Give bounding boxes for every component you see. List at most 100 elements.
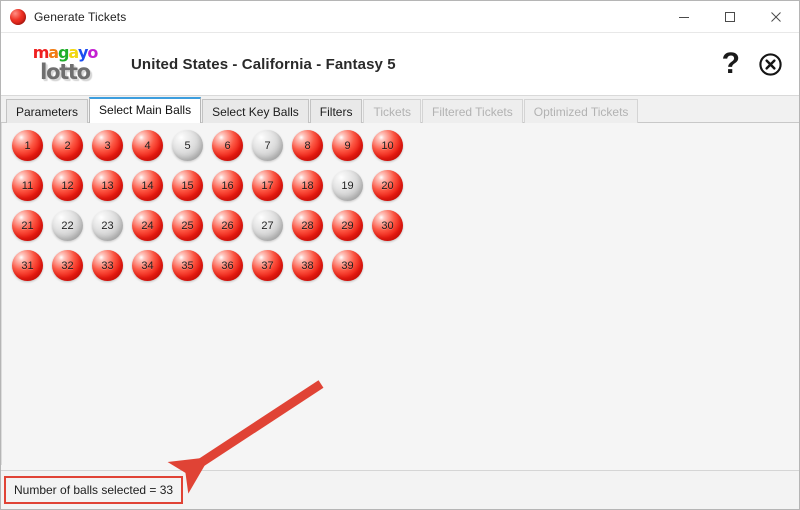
ball-17[interactable]: 17 [252,170,283,201]
ball-32[interactable]: 32 [52,250,83,281]
tab-filters[interactable]: Filters [309,99,363,123]
question-mark-icon[interactable]: ? [722,49,740,79]
ball-number-label: 22 [61,219,74,232]
tab-select-main-balls[interactable]: Select Main Balls [89,97,202,123]
circled-x-icon[interactable] [758,52,783,77]
ball-3[interactable]: 3 [92,130,123,161]
ball-number-label: 14 [141,179,154,192]
tab-optimized-tickets: Optimized Tickets [523,99,639,123]
ball-39[interactable]: 39 [332,250,363,281]
ball-row: 31 32 33 34 35 36 37 38 39 [12,250,412,290]
ball-20[interactable]: 20 [372,170,403,201]
ball-number-label: 33 [101,259,114,272]
ball-row: 21 22 23 24 25 26 27 28 29 30 [12,210,412,250]
ball-25[interactable]: 25 [172,210,203,241]
ball-number-label: 3 [104,139,111,152]
ball-number-label: 25 [181,219,194,232]
ball-number-label: 27 [261,219,274,232]
ball-37[interactable]: 37 [252,250,283,281]
ball-number-label: 35 [181,259,194,272]
ball-number-label: 21 [21,219,34,232]
status-highlight-box: Number of balls selected = 33 [4,476,184,504]
ball-1[interactable]: 1 [12,130,43,161]
window-title: Generate Tickets [34,9,127,24]
status-bar: Number of balls selected = 33 [1,470,799,509]
ball-22[interactable]: 22 [52,210,83,241]
ball-18[interactable]: 18 [292,170,323,201]
ball-29[interactable]: 29 [332,210,363,241]
minimize-button[interactable] [661,1,707,32]
maximize-button[interactable] [707,1,753,32]
ball-number-label: 2 [64,139,71,152]
ball-16[interactable]: 16 [212,170,243,201]
ball-number-label: 4 [144,139,151,152]
ball-9[interactable]: 9 [332,130,363,161]
ball-number-label: 34 [141,259,154,272]
ball-number-label: 29 [341,219,354,232]
ball-number-label: 20 [381,179,394,192]
ball-34[interactable]: 34 [132,250,163,281]
ball-35[interactable]: 35 [172,250,203,281]
red-ball-icon [10,8,26,25]
ball-10[interactable]: 10 [372,130,403,161]
ball-27[interactable]: 27 [252,210,283,241]
ball-number-label: 38 [301,259,314,272]
ball-36[interactable]: 36 [212,250,243,281]
ball-33[interactable]: 33 [92,250,123,281]
ball-11[interactable]: 11 [12,170,43,201]
ball-23[interactable]: 23 [92,210,123,241]
logo-letter-5: y [78,43,88,62]
ball-15[interactable]: 15 [172,170,203,201]
page-title: United States - California - Fantasy 5 [131,55,396,73]
tab-select-key-balls[interactable]: Select Key Balls [202,99,309,123]
ball-21[interactable]: 21 [12,210,43,241]
ball-row: 1 2 3 4 5 6 7 8 9 10 [12,130,412,170]
logo-letter-1: m [32,43,50,62]
ball-number-label: 36 [221,259,234,272]
ball-4[interactable]: 4 [132,130,163,161]
tab-parameters[interactable]: Parameters [6,99,89,123]
ball-number-label: 39 [341,259,354,272]
ball-number-label: 23 [101,219,114,232]
ball-13[interactable]: 13 [92,170,123,201]
ball-number-label: 26 [221,219,234,232]
ball-26[interactable]: 26 [212,210,243,241]
logo-letter-2: a [48,43,59,62]
ball-number-label: 12 [61,179,74,192]
tab-filtered-tickets: Filtered Tickets [422,99,523,123]
ball-8[interactable]: 8 [292,130,323,161]
maximize-icon [725,11,735,22]
minimize-icon [679,16,689,18]
main-balls-panel: 1 2 3 4 5 6 7 8 9 10 11 12 13 14 15 16 17 18 19 20 21 22 23 24 2… [1,123,799,465]
logo-letter-4: a [68,43,79,62]
ball-38[interactable]: 38 [292,250,323,281]
ball-7[interactable]: 7 [252,130,283,161]
header-actions: ? [722,33,783,95]
ball-14[interactable]: 14 [132,170,163,201]
ball-number-label: 15 [181,179,194,192]
ball-number-label: 5 [184,139,191,152]
ball-5[interactable]: 5 [172,130,203,161]
logo-lotto-text: lotto [40,60,91,84]
ball-number-label: 11 [21,179,34,192]
balls-selected-status: Number of balls selected = 33 [14,483,174,497]
ball-12[interactable]: 12 [52,170,83,201]
ball-number-label: 19 [341,179,354,192]
ball-2[interactable]: 2 [52,130,83,161]
ball-30[interactable]: 30 [372,210,403,241]
ball-number-label: 32 [61,259,74,272]
logo-letter-6: o [87,43,98,62]
ball-number-label: 9 [344,139,351,152]
ball-19[interactable]: 19 [332,170,363,201]
ball-28[interactable]: 28 [292,210,323,241]
ball-31[interactable]: 31 [12,250,43,281]
window-titlebar: Generate Tickets [1,1,799,33]
ball-24[interactable]: 24 [132,210,163,241]
ball-number-label: 30 [381,219,394,232]
ball-6[interactable]: 6 [212,130,243,161]
tab-tickets: Tickets [363,99,422,123]
close-button[interactable] [753,1,799,32]
ball-number-label: 16 [221,179,234,192]
magayo-lotto-logo: magayo lotto [23,45,107,83]
ball-row: 11 12 13 14 15 16 17 18 19 20 [12,170,412,210]
